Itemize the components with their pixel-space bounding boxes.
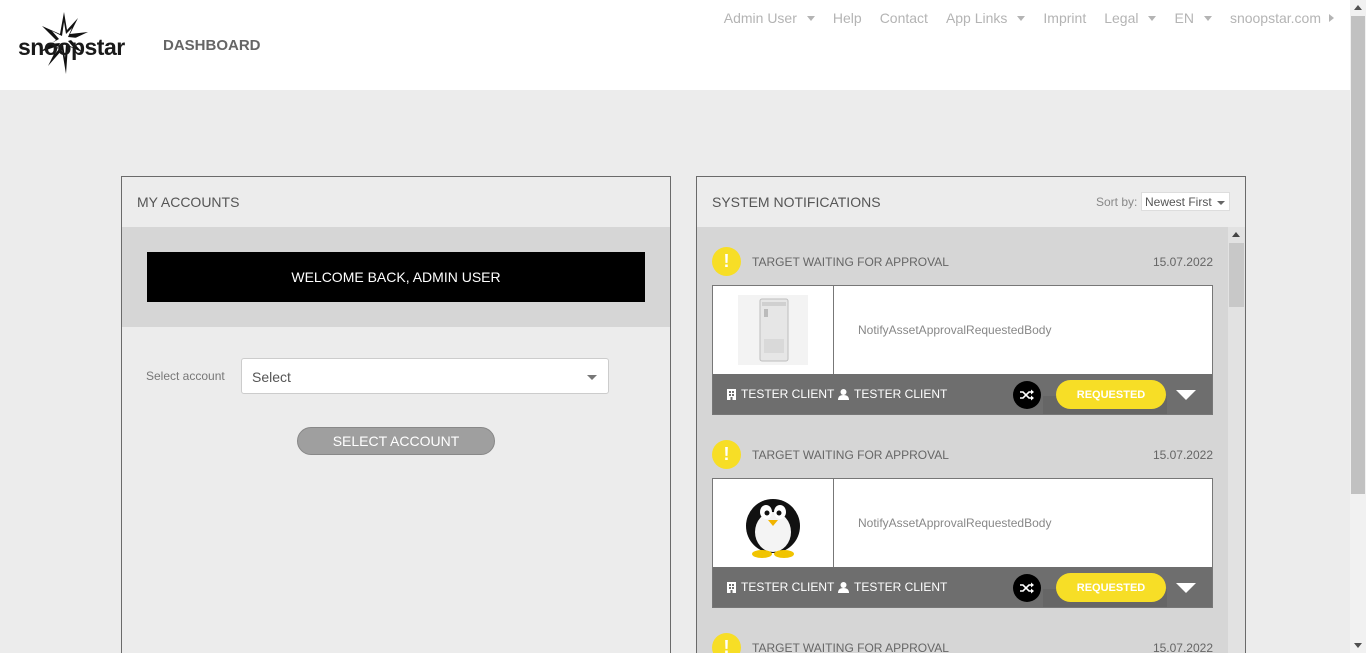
scroll-down-icon[interactable] <box>1354 643 1362 648</box>
notification-item: ! TARGET WAITING FOR APPROVAL 15.07.2022 <box>712 227 1213 415</box>
user-icon <box>838 581 849 593</box>
notification-title: TARGET WAITING FOR APPROVAL <box>752 641 949 653</box>
penguin-image <box>738 488 808 558</box>
client-company: TESTER CLIENT <box>727 387 834 401</box>
chevron-down-icon <box>587 375 597 380</box>
chevron-down-icon <box>806 15 815 21</box>
chevron-down-icon <box>1017 15 1026 21</box>
client-company: TESTER CLIENT <box>727 580 834 594</box>
notification-actions-bar: TESTER CLIENT TESTER CLIENT REQUESTED <box>713 567 1212 607</box>
panel-title: MY ACCOUNTS <box>137 194 240 210</box>
client-user: TESTER CLIENT <box>838 580 947 594</box>
nav-help[interactable]: Help <box>833 10 862 26</box>
sort-select[interactable]: Newest First <box>1141 192 1230 211</box>
notification-date: 15.07.2022 <box>1152 255 1213 269</box>
notification-body: NotifyAssetApprovalRequestedBody <box>858 323 1052 337</box>
nav-legal[interactable]: Legal <box>1104 10 1157 26</box>
notification-title: TARGET WAITING FOR APPROVAL <box>752 448 949 462</box>
user-icon <box>838 388 849 400</box>
shuffle-button[interactable] <box>1013 574 1041 602</box>
nav-language[interactable]: EN <box>1174 10 1212 26</box>
select-account-label: Select account <box>146 369 225 383</box>
sort-label: Sort by: <box>1096 195 1138 209</box>
notification-body: NotifyAssetApprovalRequestedBody <box>858 516 1052 530</box>
notification-date: 15.07.2022 <box>1152 448 1213 462</box>
notification-list[interactable]: ! TARGET WAITING FOR APPROVAL 15.07.2022 <box>697 227 1245 653</box>
status-button[interactable]: REQUESTED <box>1056 380 1166 409</box>
building-icon <box>727 581 736 593</box>
thumbnail-cell <box>713 479 834 567</box>
welcome-band: WELCOME BACK, ADMIN USER <box>122 227 670 327</box>
nav-snoopstar-com[interactable]: snoopstar.com <box>1230 10 1334 26</box>
welcome-message: WELCOME BACK, ADMIN USER <box>147 252 645 302</box>
panel-title: SYSTEM NOTIFICATIONS <box>712 194 881 210</box>
chevron-down-icon <box>1217 201 1225 205</box>
notification-actions-bar: TESTER CLIENT TESTER CLIENT REQUESTED <box>713 374 1212 414</box>
select-account-button[interactable]: SELECT ACCOUNT <box>297 427 495 455</box>
snoopstar-logo[interactable]: snoopstar <box>16 12 125 78</box>
nav-admin-user[interactable]: Admin User <box>724 10 815 26</box>
page-title: DASHBOARD <box>163 37 261 54</box>
nav-app-links[interactable]: App Links <box>946 10 1026 26</box>
my-accounts-panel: MY ACCOUNTS WELCOME BACK, ADMIN USER Sel… <box>121 176 671 653</box>
notification-item: ! TARGET WAITING FOR APPROVAL 15.07.2022 <box>712 420 1213 608</box>
notification-title: TARGET WAITING FOR APPROVAL <box>752 255 949 269</box>
shuffle-icon <box>1020 582 1034 594</box>
scroll-up-icon[interactable] <box>1354 5 1362 10</box>
expand-icon[interactable] <box>1176 583 1196 593</box>
notifications-scrollbar[interactable] <box>1228 227 1245 653</box>
page-scrollbar[interactable] <box>1350 0 1366 653</box>
nav-imprint[interactable]: Imprint <box>1043 10 1086 26</box>
top-navigation: Admin User Help Contact App Links Imprin… <box>724 10 1334 26</box>
client-user: TESTER CLIENT <box>838 387 947 401</box>
chevron-down-icon <box>1203 15 1212 21</box>
warning-icon: ! <box>712 633 741 653</box>
notification-card[interactable]: NotifyAssetApprovalRequestedBody TESTER … <box>712 478 1213 608</box>
chevron-down-icon <box>1148 15 1157 21</box>
notification-item: ! TARGET WAITING FOR APPROVAL 15.07.2022 <box>712 613 1213 653</box>
logo-wordmark: snoopstar <box>18 34 125 60</box>
air-conditioner-image <box>738 295 808 365</box>
scrollbar-thumb[interactable] <box>1351 16 1365 494</box>
scrollbar-thumb[interactable] <box>1229 243 1244 307</box>
nav-contact[interactable]: Contact <box>880 10 928 26</box>
account-select[interactable]: Select <box>241 358 609 394</box>
thumbnail-cell <box>713 286 834 374</box>
top-header: snoopstar DASHBOARD Admin User Help Cont… <box>0 0 1350 90</box>
shuffle-button[interactable] <box>1013 381 1041 409</box>
chevron-right-icon <box>1329 14 1334 22</box>
warning-icon: ! <box>712 440 741 469</box>
warning-icon: ! <box>712 247 741 276</box>
notification-date: 15.07.2022 <box>1152 641 1213 653</box>
shuffle-icon <box>1020 389 1034 401</box>
status-button[interactable]: REQUESTED <box>1056 573 1166 602</box>
building-icon <box>727 388 736 400</box>
expand-icon[interactable] <box>1176 390 1196 400</box>
notification-card[interactable]: NotifyAssetApprovalRequestedBody TESTER … <box>712 285 1213 415</box>
system-notifications-panel: SYSTEM NOTIFICATIONS Sort by: Newest Fir… <box>696 176 1246 653</box>
scroll-up-icon[interactable] <box>1232 232 1240 237</box>
